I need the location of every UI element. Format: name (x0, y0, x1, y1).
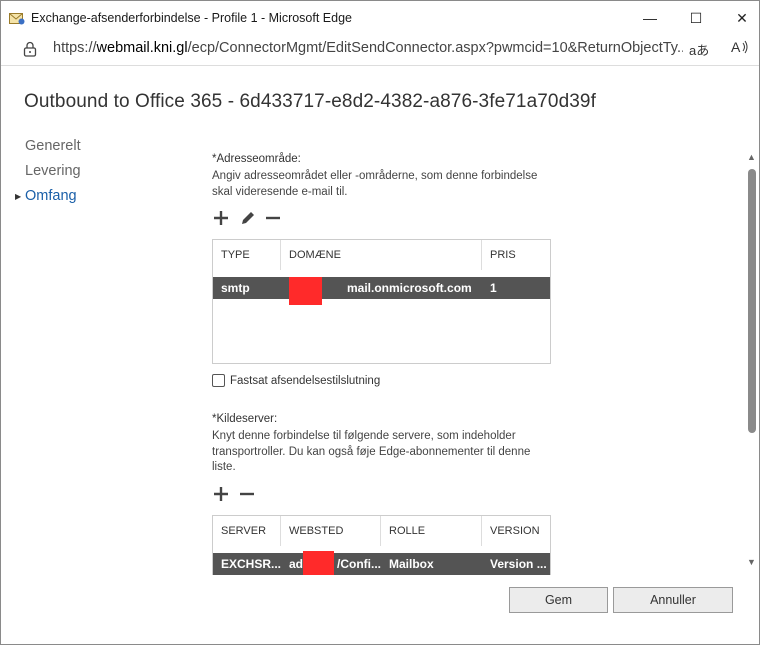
scrollbar-thumb[interactable] (748, 169, 756, 433)
minimize-button[interactable]: — (627, 5, 673, 31)
url-prefix: https:// (53, 40, 97, 56)
nav-item-omfang[interactable]: Omfang (25, 187, 81, 212)
source-server-label: *Kildeserver: (212, 413, 278, 425)
svg-text:A: A (731, 39, 741, 55)
address-bar[interactable]: https://webmail.kni.gl/ecp/ConnectorMgmt… (1, 35, 759, 66)
column-header-cost[interactable]: PRIS (482, 240, 550, 270)
address-space-table: TYPE DOMÆNE PRIS smtp mail.onmicrosoft.c… (212, 239, 551, 364)
save-button[interactable]: Gem (509, 587, 608, 613)
address-space-label: *Adresseområde: (212, 153, 301, 165)
cell-cost: 1 (490, 281, 497, 295)
cancel-button[interactable]: Annuller (613, 587, 733, 613)
exchange-mail-icon (9, 13, 25, 25)
page-title: Outbound to Office 365 - 6d433717-e8d2-4… (24, 91, 596, 112)
cell-version: Version ... (490, 557, 547, 571)
remove-server-icon[interactable] (239, 486, 255, 502)
column-header-type[interactable]: TYPE (213, 240, 281, 270)
cell-type: smtp (221, 281, 250, 295)
remove-icon[interactable] (265, 210, 281, 226)
column-header-role[interactable]: ROLLE (381, 516, 482, 546)
table-row[interactable]: smtp mail.onmicrosoft.com 1 (213, 277, 550, 299)
column-header-domain[interactable]: DOMÆNE (281, 240, 482, 270)
column-header-server[interactable]: SERVER (213, 516, 281, 546)
address-space-description: Angiv adresseområdet eller -områderne, s… (212, 170, 538, 198)
scoped-connector-label: Fastsat afsendelsestilslutning (230, 375, 381, 387)
selected-caret-icon: ▶ (15, 192, 22, 201)
redaction-block (289, 277, 322, 305)
browser-window: Exchange-afsenderforbindelse - Profile 1… (0, 0, 760, 645)
edit-pencil-icon[interactable] (239, 209, 257, 227)
close-button[interactable]: ✕ (719, 5, 760, 31)
url-path: /ecp/ConnectorMgmt/EditSendConnector.asp… (187, 40, 683, 56)
window-title: Exchange-afsenderforbindelse - Profile 1… (31, 11, 352, 25)
url-field[interactable]: https://webmail.kni.gl/ecp/ConnectorMgmt… (53, 40, 683, 56)
source-server-description: Knyt denne forbindelse til følgende serv… (212, 430, 531, 473)
lock-icon[interactable] (23, 41, 37, 57)
cell-server: EXCHSR... (221, 557, 281, 571)
redaction-block (303, 551, 334, 575)
url-host: webmail.kni.gl (96, 40, 188, 56)
source-server-table: SERVER WEBSTED ROLLE VERSION EXCHSR... a… (212, 515, 551, 575)
title-bar: Exchange-afsenderforbindelse - Profile 1… (1, 1, 759, 35)
left-nav: Generelt Levering Omfang ▶ (15, 137, 81, 212)
nav-item-generelt[interactable]: Generelt (25, 137, 81, 162)
column-header-site[interactable]: WEBSTED (281, 516, 381, 546)
add-server-icon[interactable] (213, 486, 229, 502)
translate-icon[interactable]: aあ (689, 40, 709, 59)
maximize-button[interactable]: ☐ (673, 5, 719, 31)
column-header-version[interactable]: VERSION (482, 516, 550, 546)
scroll-down-icon[interactable]: ▼ (747, 557, 756, 567)
table-row[interactable]: EXCHSR... ad /Confi... Mailbox Version .… (213, 553, 550, 575)
scoped-connector-checkbox[interactable] (212, 374, 225, 387)
cell-site-suffix: /Confi... (337, 557, 381, 571)
read-aloud-icon[interactable]: A (731, 39, 749, 55)
scroll-up-icon[interactable]: ▲ (747, 152, 756, 162)
nav-item-levering[interactable]: Levering (25, 162, 81, 187)
cell-role: Mailbox (389, 557, 434, 571)
add-icon[interactable] (213, 210, 229, 226)
